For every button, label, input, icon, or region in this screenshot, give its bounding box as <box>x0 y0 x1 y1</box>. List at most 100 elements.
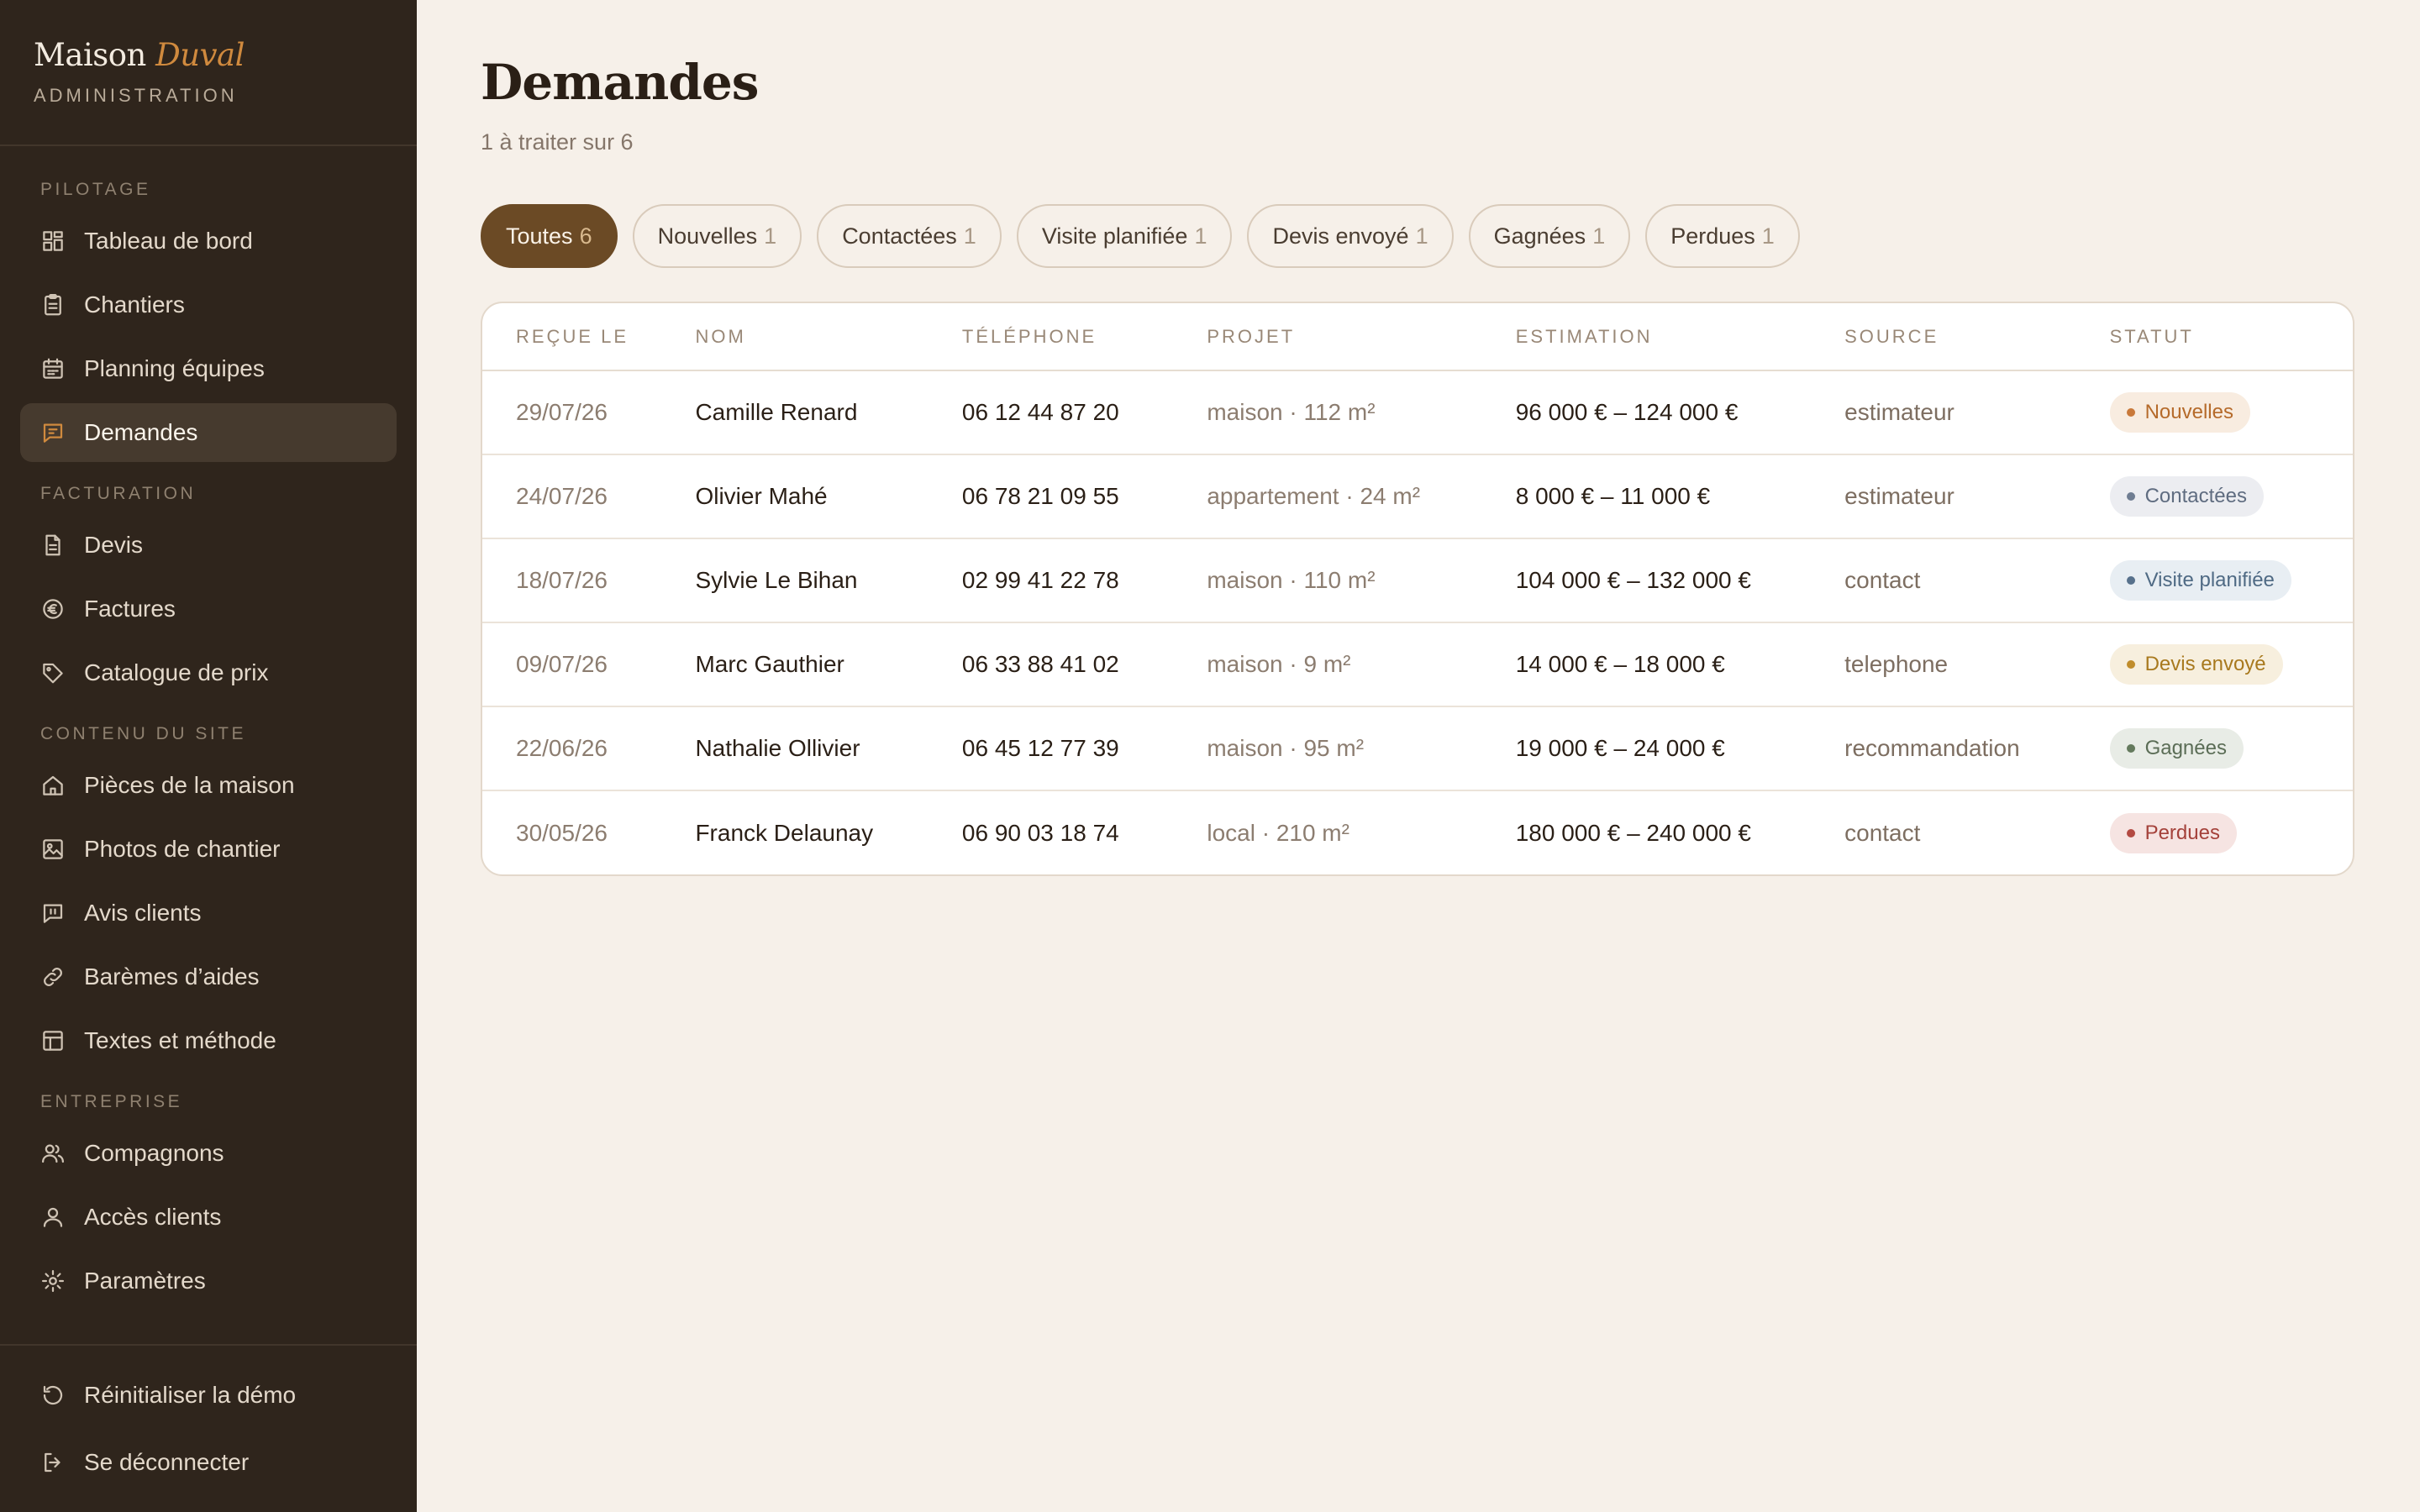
status-badge-label: Contactées <box>2144 485 2247 507</box>
sidebar-item-gear[interactable]: Paramètres <box>20 1252 397 1310</box>
sidebar-item-image[interactable]: Photos de chantier <box>20 820 397 879</box>
sidebar-item-layout[interactable]: Textes et méthode <box>20 1011 397 1070</box>
column-header: STATUT <box>2075 303 2353 371</box>
cell-project: maison · 9 m² <box>1173 622 1482 707</box>
sidebar-item-calendar[interactable]: Planning équipes <box>20 339 397 398</box>
cell-name: Camille Renard <box>661 370 929 455</box>
status-dot-icon <box>2126 828 2135 837</box>
sidebar-item-clipboard[interactable]: Chantiers <box>20 276 397 334</box>
sidebar-item-label: Factures <box>84 596 176 622</box>
status-filter-bar: Toutes 6 Nouvelles 1 Contactées 1 Visite plani… <box>481 204 2354 268</box>
brand: Maison Duval ADMINISTRATION <box>0 0 417 146</box>
sidebar-item-label: Chantiers <box>84 291 185 318</box>
sidebar-item-euro[interactable]: Factures <box>20 580 397 638</box>
table-row[interactable]: 30/05/26 Franck Delaunay 06 90 03 18 74 loc… <box>482 790 2353 874</box>
filter-chip-count: 1 <box>963 223 976 249</box>
filter-chip-count: 1 <box>1592 223 1606 249</box>
sidebar-nav: PILOTAGE Tableau de bord Chantiers Planning… <box>0 146 417 1336</box>
sidebar: Maison Duval ADMINISTRATION PILOTAGE Tabl… <box>0 0 417 1512</box>
column-header: NOM <box>661 303 929 371</box>
filter-chip-label: Visite planifiée <box>1041 223 1188 249</box>
brand-name[interactable]: Maison Duval <box>34 37 383 73</box>
status-badge: Devis envoyé <box>2109 644 2283 685</box>
brand-name-accent: Duval <box>155 37 245 73</box>
cell-estimate: 14 000 € – 18 000 € <box>1481 622 1812 707</box>
status-badge: Perdues <box>2109 812 2237 853</box>
cell-status: Devis envoyé <box>2075 622 2353 707</box>
sidebar-item-label: Compagnons <box>84 1140 224 1166</box>
table-body: 29/07/26 Camille Renard 06 12 44 87 20 mais… <box>482 370 2353 874</box>
cell-status: Nouvelles <box>2075 370 2353 455</box>
sidebar-item-message[interactable]: Demandes <box>20 403 397 462</box>
cell-name: Olivier Mahé <box>661 454 929 539</box>
sidebar-item-label: Se déconnecter <box>84 1449 250 1475</box>
status-dot-icon <box>2126 492 2135 501</box>
sidebar-item-dashboard[interactable]: Tableau de bord <box>20 212 397 270</box>
filter-chip[interactable]: Perdues 1 <box>1645 204 1800 268</box>
sidebar-item-document[interactable]: Devis <box>20 516 397 575</box>
status-badge-label: Perdues <box>2144 821 2220 844</box>
status-dot-icon <box>2126 660 2135 669</box>
table-row[interactable]: 24/07/26 Olivier Mahé 06 78 21 09 55 appart… <box>482 454 2353 539</box>
tag-icon <box>40 660 66 685</box>
cell-status: Contactées <box>2075 454 2353 539</box>
table-row[interactable]: 29/07/26 Camille Renard 06 12 44 87 20 mais… <box>482 370 2353 455</box>
table-row[interactable]: 22/06/26 Nathalie Ollivier 06 45 12 77 39 m… <box>482 706 2353 791</box>
sidebar-item-link[interactable]: Barèmes d’aides <box>20 948 397 1006</box>
cell-phone: 06 78 21 09 55 <box>928 454 1174 539</box>
sidebar-item-label: Planning équipes <box>84 355 265 381</box>
filter-chip[interactable]: Visite planifiée 1 <box>1016 204 1233 268</box>
filter-chip[interactable]: Contactées 1 <box>817 204 1002 268</box>
sidebar-item-label: Catalogue de prix <box>84 659 269 685</box>
sidebar-item-review[interactable]: Avis clients <box>20 884 397 942</box>
sidebar-section-title: PILOTAGE <box>40 180 151 199</box>
image-icon <box>40 837 66 862</box>
sidebar-item-label: Tableau de bord <box>84 228 253 254</box>
cell-project: appartement · 24 m² <box>1173 454 1482 539</box>
filter-chip-label: Contactées <box>842 223 957 249</box>
table-row[interactable]: 09/07/26 Marc Gauthier 06 33 88 41 02 maiso… <box>482 622 2353 707</box>
filter-chip[interactable]: Gagnées 1 <box>1468 204 1631 268</box>
cell-project: local · 210 m² <box>1207 819 1349 846</box>
sidebar-item-users[interactable]: Compagnons <box>20 1124 397 1183</box>
sidebar-footer-reset-button[interactable]: Réinitialiser la démo <box>20 1366 397 1425</box>
link-icon <box>40 964 66 990</box>
sidebar-item-label: Demandes <box>84 419 198 445</box>
cell-status: Gagnées <box>2075 706 2353 791</box>
sidebar-section-title: CONTENU DU SITE <box>40 724 247 743</box>
cell-source: estimateur <box>1811 370 2076 455</box>
cell-date: 30/05/26 <box>516 819 608 846</box>
cell-name: Sylvie Le Bihan <box>661 538 929 623</box>
cell-date: 22/06/26 <box>482 706 662 791</box>
status-badge-label: Nouvelles <box>2144 401 2233 423</box>
cell-date: 09/07/26 <box>482 622 662 707</box>
sidebar-item-label: Devis <box>84 532 144 558</box>
sidebar-item-home[interactable]: Pièces de la maison <box>20 756 397 815</box>
cell-phone: 06 45 12 77 39 <box>928 706 1174 791</box>
cell-project: maison · 112 m² <box>1173 370 1482 455</box>
filter-chip[interactable]: Toutes 6 <box>481 204 618 268</box>
cell-source: recommandation <box>1811 706 2076 791</box>
cell-name: Franck Delaunay <box>695 819 874 846</box>
cell-estimate: 96 000 € – 124 000 € <box>1481 370 1812 455</box>
user-icon <box>40 1205 66 1230</box>
filter-chip-count: 6 <box>579 223 592 249</box>
cell-source: telephone <box>1811 622 2076 707</box>
filter-chip-count: 1 <box>1761 223 1775 249</box>
clipboard-icon <box>40 292 66 318</box>
sidebar-item-label: Barèmes d’aides <box>84 963 260 990</box>
filter-chip-label: Devis envoyé <box>1272 223 1409 249</box>
main-content: Demandes 1 à traiter sur 6 Toutes 6 Nouvel… <box>417 0 2420 1512</box>
filter-chip[interactable]: Devis envoyé 1 <box>1247 204 1454 268</box>
filter-chip-count: 1 <box>764 223 777 249</box>
cell-date: 18/07/26 <box>482 538 662 623</box>
status-dot-icon <box>2126 576 2135 585</box>
document-icon <box>40 533 66 558</box>
sidebar-item-user[interactable]: Accès clients <box>20 1188 397 1247</box>
sidebar-item-tag[interactable]: Catalogue de prix <box>20 643 397 702</box>
filter-chip[interactable]: Nouvelles 1 <box>632 204 802 268</box>
reset-icon <box>40 1383 66 1408</box>
sidebar-footer-logout-button[interactable]: Se déconnecter <box>20 1433 397 1492</box>
table-row[interactable]: 18/07/26 Sylvie Le Bihan 02 99 41 22 78 mai… <box>482 538 2353 623</box>
sidebar-item-label: Paramètres <box>84 1268 206 1294</box>
